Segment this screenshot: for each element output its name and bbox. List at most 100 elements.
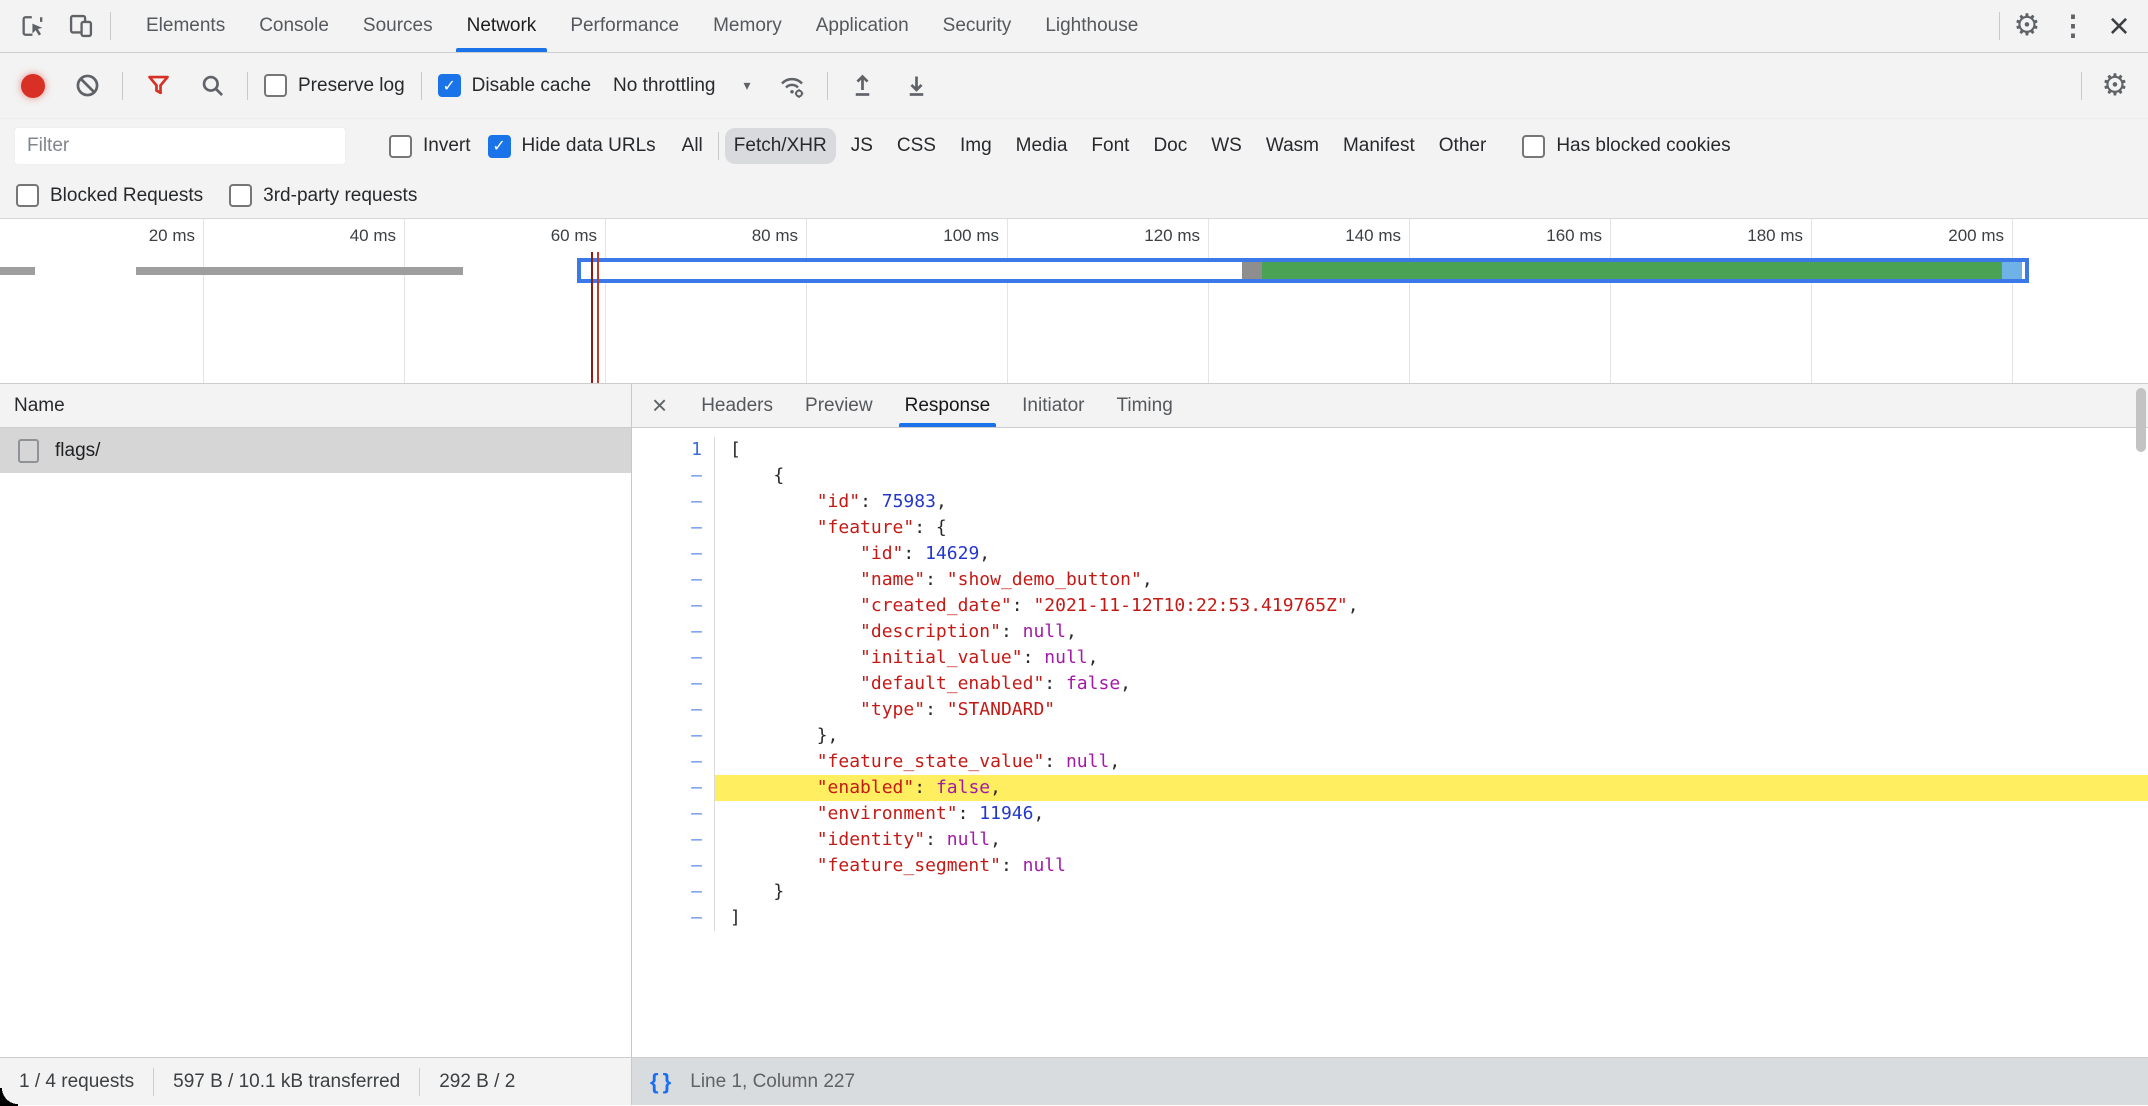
tabbar-left-icons (0, 7, 121, 45)
token (730, 595, 860, 616)
type-filter-doc[interactable]: Doc (1144, 128, 1196, 164)
record-network-log-icon[interactable] (14, 67, 52, 105)
code-line-2: – { (632, 463, 2148, 489)
line-content: "id": 14629, (715, 541, 2148, 567)
tab-performance[interactable]: Performance (553, 0, 696, 52)
type-filter-other[interactable]: Other (1430, 128, 1496, 164)
line-content: "description": null, (715, 619, 2148, 645)
close-devtools-icon[interactable]: × (2100, 7, 2138, 45)
token: : (958, 803, 980, 824)
pretty-print-icon[interactable]: { } (650, 1069, 670, 1095)
toolbar-right: ⚙ (2081, 67, 2134, 105)
type-filter-js[interactable]: JS (842, 128, 882, 164)
token: , (990, 829, 1001, 850)
line-gutter: – (632, 905, 715, 931)
tab-network[interactable]: Network (450, 0, 554, 52)
timeline-gridline (1811, 219, 1812, 383)
tab-security[interactable]: Security (926, 0, 1029, 52)
detail-tab-response[interactable]: Response (889, 384, 1007, 427)
tab-elements[interactable]: Elements (129, 0, 242, 52)
timeline-tick-label: 160 ms (1452, 226, 1602, 246)
type-filter-wasm[interactable]: Wasm (1257, 128, 1328, 164)
detail-tab-preview[interactable]: Preview (789, 384, 889, 427)
token: : (903, 543, 925, 564)
type-filter-all[interactable]: All (673, 128, 712, 164)
kebab-menu-icon[interactable]: ⋮ (2054, 7, 2092, 45)
tab-console[interactable]: Console (242, 0, 346, 52)
response-body-viewer[interactable]: 1[– {– "id": 75983,– "feature": {– "id":… (632, 428, 2148, 1057)
divider (1999, 12, 2000, 40)
search-icon[interactable] (193, 67, 231, 105)
type-filter-font[interactable]: Font (1082, 128, 1138, 164)
filter-input[interactable] (14, 127, 346, 165)
request-bar[interactable] (136, 267, 463, 275)
selected-request-bar[interactable] (577, 258, 2029, 283)
hide-data-urls-checkbox[interactable]: ✓ Hide data URLs (488, 135, 656, 158)
scrollbar[interactable] (2134, 386, 2146, 1055)
close-detail-icon[interactable]: × (632, 384, 685, 427)
line-gutter: – (632, 697, 715, 723)
token (730, 517, 817, 538)
third-party-requests-checkbox[interactable]: 3rd-party requests (229, 184, 417, 207)
request-row[interactable]: flags/ (0, 428, 631, 473)
token: , (1348, 595, 1359, 616)
device-toolbar-icon[interactable] (62, 7, 100, 45)
type-filter-img[interactable]: Img (951, 128, 1001, 164)
disable-cache-checkbox[interactable]: ✓ Disable cache (438, 74, 591, 97)
requests-pane: Name flags/ (0, 384, 632, 1057)
tab-memory[interactable]: Memory (696, 0, 799, 52)
network-settings-gear-icon[interactable]: ⚙ (2096, 67, 2134, 105)
inspect-cursor-icon[interactable] (14, 7, 52, 45)
settings-gear-icon[interactable]: ⚙ (2008, 7, 2046, 45)
source-status-bar: { } Line 1, Column 227 (632, 1058, 2148, 1105)
token: "id" (860, 543, 903, 564)
network-conditions-icon[interactable] (773, 67, 811, 105)
detail-tab-headers[interactable]: Headers (685, 384, 789, 427)
bar-phase-stalled (1242, 262, 1262, 279)
type-filter-css[interactable]: CSS (888, 128, 945, 164)
timeline-tick-label: 40 ms (246, 226, 396, 246)
name-column-header[interactable]: Name (0, 384, 631, 428)
token: "enabled" (817, 777, 915, 798)
token: }, (730, 725, 838, 746)
line-content: "identity": null, (715, 827, 2148, 853)
code-line-12: – }, (632, 723, 2148, 749)
invert-checkbox[interactable]: Invert (389, 135, 471, 158)
devtools-window: ElementsConsoleSourcesNetworkPerformance… (0, 0, 2148, 1106)
code-line-1: 1[ (632, 437, 2148, 463)
clear-network-log-icon[interactable] (68, 67, 106, 105)
tab-application[interactable]: Application (799, 0, 926, 52)
line-content: "default_enabled": false, (715, 671, 2148, 697)
options-bar: Blocked Requests 3rd-party requests (0, 173, 2148, 219)
network-overview-timeline[interactable]: 20 ms40 ms60 ms80 ms100 ms120 ms140 ms16… (0, 219, 2148, 384)
detail-tab-initiator[interactable]: Initiator (1006, 384, 1100, 427)
preserve-log-checkbox[interactable]: Preserve log (264, 74, 405, 97)
load-event-line (591, 252, 593, 383)
timeline-tick-label: 180 ms (1653, 226, 1803, 246)
has-blocked-cookies-checkbox[interactable]: Has blocked cookies (1522, 135, 1730, 158)
type-filter-media[interactable]: Media (1007, 128, 1077, 164)
throttling-dropdown[interactable]: No throttling ▾ (607, 75, 756, 97)
timeline-gridline (1409, 219, 1410, 383)
checkbox-unchecked (1522, 135, 1545, 158)
request-bar[interactable] (2, 267, 35, 275)
line-gutter: – (632, 827, 715, 853)
filter-funnel-icon[interactable] (139, 67, 177, 105)
code-line-18: – } (632, 879, 2148, 905)
line-content: "created_date": "2021-11-12T10:22:53.419… (715, 593, 2148, 619)
type-filter-ws[interactable]: WS (1202, 128, 1251, 164)
token: , (1142, 569, 1153, 590)
type-filter-manifest[interactable]: Manifest (1334, 128, 1424, 164)
tab-lighthouse[interactable]: Lighthouse (1028, 0, 1155, 52)
export-har-icon[interactable] (898, 67, 936, 105)
import-har-icon[interactable] (844, 67, 882, 105)
scrollbar-thumb[interactable] (2136, 388, 2146, 452)
line-gutter: – (632, 723, 715, 749)
tab-sources[interactable]: Sources (346, 0, 450, 52)
main-tabbar: ElementsConsoleSourcesNetworkPerformance… (0, 0, 2148, 53)
detail-tab-timing[interactable]: Timing (1100, 384, 1188, 427)
type-filter-fetch-xhr[interactable]: Fetch/XHR (725, 128, 836, 164)
request-name: flags/ (55, 440, 100, 462)
has-blocked-cookies-label: Has blocked cookies (1556, 135, 1730, 157)
blocked-requests-checkbox[interactable]: Blocked Requests (16, 184, 203, 207)
